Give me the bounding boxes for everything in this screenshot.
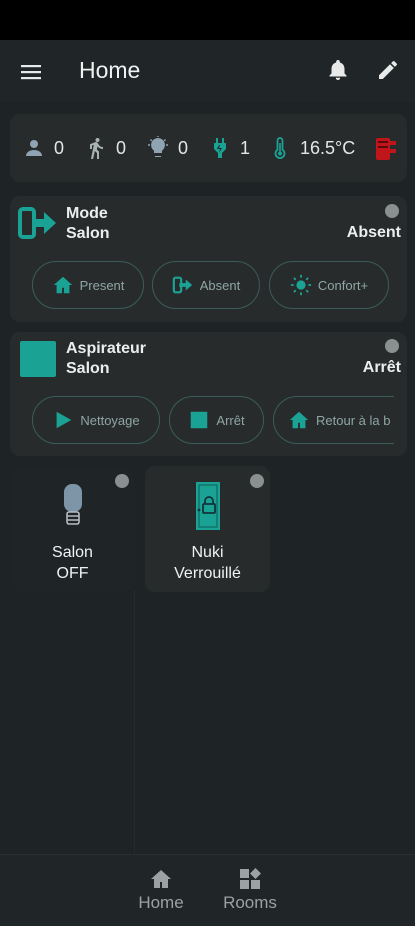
- temperature-stat[interactable]: 16.5°C: [268, 136, 355, 160]
- return-base-button[interactable]: Retour à la b: [273, 396, 394, 444]
- nav-rooms-label: Rooms: [223, 893, 277, 912]
- motion-stat[interactable]: 0: [84, 136, 126, 160]
- walking-icon: [90, 138, 103, 159]
- grid-divider: [134, 590, 135, 854]
- lock-state: Verrouillé: [174, 565, 241, 582]
- light-name: Salon: [52, 544, 93, 561]
- vacuum-title-line2: Salon: [66, 360, 110, 377]
- lock-tile[interactable]: Nuki Verrouillé: [145, 466, 270, 592]
- vacuum-title-line1: Aspirateur: [66, 340, 147, 357]
- status-bar: [0, 0, 415, 40]
- vacuum-state: Arrêt: [362, 359, 401, 376]
- exit-door-icon: [18, 207, 56, 239]
- thermometer-icon: [274, 137, 286, 159]
- stop-icon: [191, 411, 208, 429]
- rooms-grid-icon: [240, 868, 261, 889]
- light-status-dot: [115, 474, 129, 488]
- persons-count: 0: [54, 137, 65, 158]
- mode-state: Absent: [346, 224, 401, 241]
- mode-tile[interactable]: Mode Salon Absent Present Absent Confort…: [10, 196, 407, 322]
- return-base-clip: Retour à la b: [273, 396, 394, 444]
- light-tile[interactable]: Salon OFF: [10, 466, 135, 592]
- mode-title-line2: Salon: [66, 225, 110, 242]
- bottom-navigation: Home Rooms: [0, 854, 415, 926]
- menu-icon[interactable]: [19, 60, 43, 84]
- persons-stat[interactable]: 0: [22, 136, 64, 160]
- confort-button[interactable]: Confort+: [269, 261, 389, 309]
- nettoyage-button-label: Nettoyage: [80, 412, 140, 428]
- sun-icon: [290, 274, 311, 296]
- lightbulb-icon: [64, 484, 82, 525]
- light-state: OFF: [56, 565, 89, 582]
- mode-title-line1: Mode: [66, 205, 108, 222]
- page-title: Home: [79, 57, 141, 83]
- home-icon: [151, 870, 171, 888]
- light-label: Salon OFF: [10, 542, 135, 584]
- motion-count: 0: [116, 137, 127, 158]
- bell-icon[interactable]: [326, 58, 350, 82]
- power-plug-icon: [214, 138, 226, 158]
- edit-pencil-icon[interactable]: [376, 58, 400, 82]
- nettoyage-button[interactable]: Nettoyage: [32, 396, 160, 444]
- mode-status-dot: [385, 204, 399, 218]
- app-bar: Home: [0, 40, 415, 102]
- arret-button-label: Arrêt: [216, 412, 245, 428]
- nav-rooms[interactable]: Rooms: [218, 867, 282, 913]
- temperature-value: 16.5°C: [300, 137, 356, 158]
- return-base-button-label: Retour à la b: [316, 412, 391, 428]
- person-icon: [26, 140, 42, 156]
- lock-name: Nuki: [191, 544, 224, 561]
- lights-count: 0: [178, 137, 189, 158]
- absent-button[interactable]: Absent: [152, 261, 260, 309]
- present-button-label: Present: [79, 277, 125, 293]
- lock-status-dot: [250, 474, 264, 488]
- plugs-count: 1: [240, 137, 251, 158]
- present-button[interactable]: Present: [32, 261, 144, 309]
- plugs-stat[interactable]: 1: [208, 136, 250, 160]
- lock-label: Nuki Verrouillé: [145, 542, 270, 584]
- arret-button[interactable]: Arrêt: [169, 396, 264, 444]
- home-icon: [53, 276, 72, 294]
- heater-icon[interactable]: [374, 136, 398, 162]
- exit-icon: [172, 276, 192, 294]
- summary-card: 0 0 0 1 16.5°C: [10, 114, 407, 182]
- door-lock-icon: [196, 482, 220, 530]
- vacuum-tile[interactable]: Aspirateur Salon Arrêt Nettoyage Arrêt R…: [10, 332, 407, 456]
- play-icon: [56, 411, 72, 429]
- nav-home-label: Home: [138, 893, 184, 912]
- vacuum-status-dot: [385, 339, 399, 353]
- lightbulb-icon: [148, 136, 168, 157]
- confort-button-label: Confort+: [317, 277, 369, 293]
- home-icon: [289, 411, 309, 429]
- nav-home[interactable]: Home: [134, 867, 188, 913]
- lights-stat[interactable]: 0: [146, 136, 188, 160]
- stop-square-icon: [20, 341, 56, 377]
- absent-button-label: Absent: [199, 277, 241, 293]
